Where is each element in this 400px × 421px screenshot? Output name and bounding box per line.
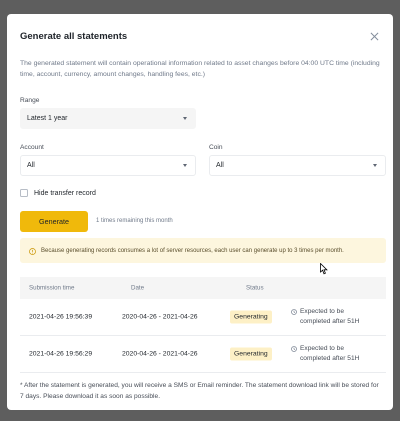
submission-time: 2021-04-26 19:56:29 (29, 350, 93, 358)
expected-line-1: Expected to be (300, 345, 344, 352)
footer-note: * After the statement is generated, you … (20, 382, 379, 400)
chevron-down-icon (183, 164, 187, 167)
coin-label: Coin (209, 144, 223, 151)
expected-line-2: completed after 51H (300, 355, 360, 362)
table-row: 2021-04-26 19:56:29 2020-04-26 - 2021-04… (20, 336, 386, 373)
clock-icon (291, 309, 297, 315)
header-submission-time: Submission time (29, 284, 75, 292)
header-date: Date (131, 284, 145, 292)
range-label: Range (20, 97, 40, 104)
status-badge: Generating (230, 310, 272, 324)
info-icon (29, 242, 36, 260)
modal-title: Generate all statements (20, 30, 128, 42)
date-range: 2020-04-26 - 2021-04-26 (122, 313, 198, 321)
table-header: Submission time Date Status (20, 277, 386, 299)
hide-transfer-checkbox[interactable] (20, 189, 28, 197)
status-badge: Generating (230, 347, 272, 361)
expected-completion: Expected to be completed after 51H (291, 307, 359, 327)
range-select[interactable]: Latest 1 year (20, 108, 196, 129)
cursor-icon (320, 262, 328, 280)
modal-description: The generated statement will contain ope… (20, 60, 380, 78)
coin-value: All (216, 162, 224, 169)
hide-transfer-label: Hide transfer record (34, 189, 96, 197)
account-value: All (27, 162, 35, 169)
header-status: Status (246, 284, 264, 292)
range-value: Latest 1 year (27, 115, 68, 122)
hide-transfer-row: Hide transfer record (20, 189, 96, 197)
submission-time: 2021-04-26 19:56:39 (29, 313, 93, 321)
remaining-count: 1 times remaining this month (96, 218, 173, 224)
notice-banner: Because generating records consumes a lo… (20, 238, 386, 263)
account-select[interactable]: All (20, 155, 196, 176)
close-icon[interactable] (368, 30, 380, 42)
chevron-down-icon (373, 164, 377, 167)
expected-line-2: completed after 51H (300, 318, 360, 325)
clock-icon (291, 346, 297, 352)
table-row: 2021-04-26 19:56:39 2020-04-26 - 2021-04… (20, 299, 386, 336)
account-label: Account (20, 144, 44, 151)
chevron-down-icon (183, 117, 187, 120)
generate-button[interactable]: Generate (20, 211, 88, 232)
expected-completion: Expected to be completed after 51H (291, 344, 359, 364)
coin-select[interactable]: All (209, 155, 386, 176)
statements-table: Submission time Date Status 2021-04-26 1… (20, 277, 386, 373)
modal-header: Generate all statements (20, 27, 380, 45)
expected-line-1: Expected to be (300, 308, 344, 315)
generate-statements-modal: Generate all statements The generated st… (7, 14, 393, 410)
notice-text: Because generating records consumes a lo… (41, 247, 344, 254)
date-range: 2020-04-26 - 2021-04-26 (122, 350, 198, 358)
